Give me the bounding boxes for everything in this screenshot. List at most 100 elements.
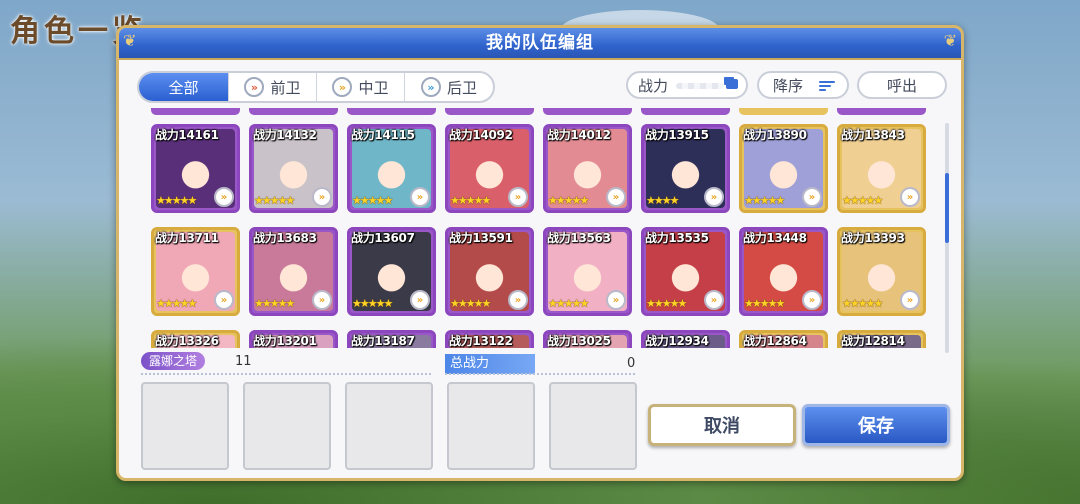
star-rating: ★★★★★ (156, 194, 197, 207)
character-card[interactable]: 战力13890 ★★★★★ » (739, 124, 828, 213)
character-power: 战力14092 (449, 128, 513, 142)
star-rating: ★★★★★ (450, 297, 491, 310)
call-out-label: 呼出 (886, 76, 917, 95)
character-card[interactable]: 战力12814 (837, 330, 926, 348)
sort-by-power-button[interactable]: 战力 (626, 71, 748, 99)
character-card[interactable]: 战力13187 (347, 330, 436, 348)
star-rating: ★★★★★ (254, 194, 295, 207)
star-rating: ★★★★★ (548, 194, 589, 207)
character-list[interactable]: 战力14161 ★★★★★» 战力14132 ★★★★★» 战力14115 ★★★★★» 战… (131, 108, 951, 348)
cancel-button[interactable]: 取消 (648, 404, 796, 446)
character-card[interactable]: 战力14161 ★★★★★ » (151, 124, 240, 213)
character-card[interactable]: 战力14115 ★★★★★ » (347, 124, 436, 213)
character-card[interactable]: 战力13711 ★★★★★ » (151, 227, 240, 316)
partial-card-top (641, 108, 730, 115)
character-power: 战力13591 (449, 231, 513, 245)
character-power: 战力12934 (645, 334, 709, 348)
tab-label: 前卫 (270, 78, 301, 97)
character-card[interactable]: 战力13448 ★★★★★ » (739, 227, 828, 316)
tab-all[interactable]: 全部 (139, 73, 229, 101)
position-icon: » (606, 187, 626, 207)
character-power: 战力13683 (253, 231, 317, 245)
position-icon: » (508, 187, 528, 207)
team-slot-5[interactable] (549, 382, 637, 470)
partial-card-top (837, 108, 926, 115)
character-power: 战力14132 (253, 128, 317, 142)
partial-card-top (151, 108, 240, 115)
star-rating: ★★★★★ (744, 194, 785, 207)
corner-ornament-icon: ❦ (123, 31, 137, 50)
scrollbar-thumb[interactable] (945, 173, 949, 243)
character-card[interactable]: 战力13393 ★★★★★ » (837, 227, 926, 316)
character-card[interactable]: 战力13843 ★★★★★ » (837, 124, 926, 213)
character-card[interactable]: 战力13326 (151, 330, 240, 348)
position-icon: » (900, 290, 920, 310)
character-card[interactable]: 战力13607 ★★★★★ » (347, 227, 436, 316)
team-slot-1[interactable] (141, 382, 229, 470)
character-card[interactable]: 战力13025 (543, 330, 632, 348)
character-card[interactable]: 战力14092 ★★★★★ » (445, 124, 534, 213)
star-rating: ★★★★★ (254, 297, 295, 310)
tab-middle[interactable]: » 中卫 (317, 73, 405, 101)
character-power: 战力14115 (351, 128, 415, 142)
dialog-title: 我的队伍编组 (119, 28, 961, 60)
total-power-label: 总战力 (445, 354, 535, 374)
character-card[interactable]: 战力12934 (641, 330, 730, 348)
character-card[interactable]: 战力13201 (249, 330, 338, 348)
partial-card-top (739, 108, 828, 115)
position-icon: » (508, 290, 528, 310)
character-card[interactable]: 战力13591 ★★★★★ » (445, 227, 534, 316)
position-icon: » (704, 290, 724, 310)
position-icon: » (410, 290, 430, 310)
position-icon: » (214, 290, 234, 310)
position-icon: » (802, 187, 822, 207)
star-rating: ★★★★★ (450, 194, 491, 207)
tab-back[interactable]: » 后卫 (405, 73, 493, 101)
character-card[interactable]: 战力13535 ★★★★★ » (641, 227, 730, 316)
character-power: 战力13122 (449, 334, 513, 348)
sort-order-label: 降序 (773, 76, 804, 95)
character-card[interactable]: 战力13563 ★★★★★ » (543, 227, 632, 316)
call-out-button[interactable]: 呼出 (857, 71, 947, 99)
team-name-badge: 露娜之塔 (141, 352, 206, 370)
position-icon: » (312, 290, 332, 310)
tab-label: 中卫 (358, 78, 389, 97)
character-card[interactable]: 战力14012 ★★★★★ » (543, 124, 632, 213)
character-card[interactable]: 战力13915 ★★★★ » (641, 124, 730, 213)
tab-front[interactable]: » 前卫 (229, 73, 317, 101)
window-icon (726, 79, 738, 89)
star-rating: ★★★★★ (548, 297, 589, 310)
character-power: 战力13711 (155, 231, 219, 245)
character-power: 战力13535 (645, 231, 709, 245)
star-rating: ★★★★★ (842, 297, 883, 310)
character-card[interactable]: 战力12864 (739, 330, 828, 348)
team-member-count: 11 (235, 354, 252, 369)
character-power: 战力13890 (743, 128, 807, 142)
position-icon: » (312, 187, 332, 207)
tab-label: 后卫 (446, 78, 477, 97)
back-position-icon: » (420, 77, 441, 97)
list-scrollbar[interactable] (945, 123, 949, 353)
sort-order-button[interactable]: 降序 (757, 71, 849, 99)
team-slot-4[interactable] (447, 382, 535, 470)
partial-card-top (347, 108, 436, 115)
position-icon: » (410, 187, 430, 207)
sort-field-track (676, 83, 724, 89)
partial-card-top (543, 108, 632, 115)
team-slot-2[interactable] (243, 382, 331, 470)
character-card[interactable]: 战力13683 ★★★★★ » (249, 227, 338, 316)
team-formation-dialog: 我的队伍编组 ❦ ❦ 全部 » 前卫 » 中卫 » 后卫 战力 降序 呼出 战力141… (116, 25, 964, 481)
character-power: 战力13563 (547, 231, 611, 245)
character-power: 战力14161 (155, 128, 219, 142)
character-power: 战力13201 (253, 334, 317, 348)
character-power: 战力12864 (743, 334, 807, 348)
save-button[interactable]: 保存 (802, 404, 950, 446)
character-card[interactable]: 战力13122 (445, 330, 534, 348)
star-rating: ★★★★★ (646, 297, 687, 310)
team-slot-3[interactable] (345, 382, 433, 470)
star-rating: ★★★★★ (156, 297, 197, 310)
character-power: 战力13843 (841, 128, 905, 142)
character-power: 战力13915 (645, 128, 709, 142)
divider (445, 373, 635, 375)
character-card[interactable]: 战力14132 ★★★★★ » (249, 124, 338, 213)
